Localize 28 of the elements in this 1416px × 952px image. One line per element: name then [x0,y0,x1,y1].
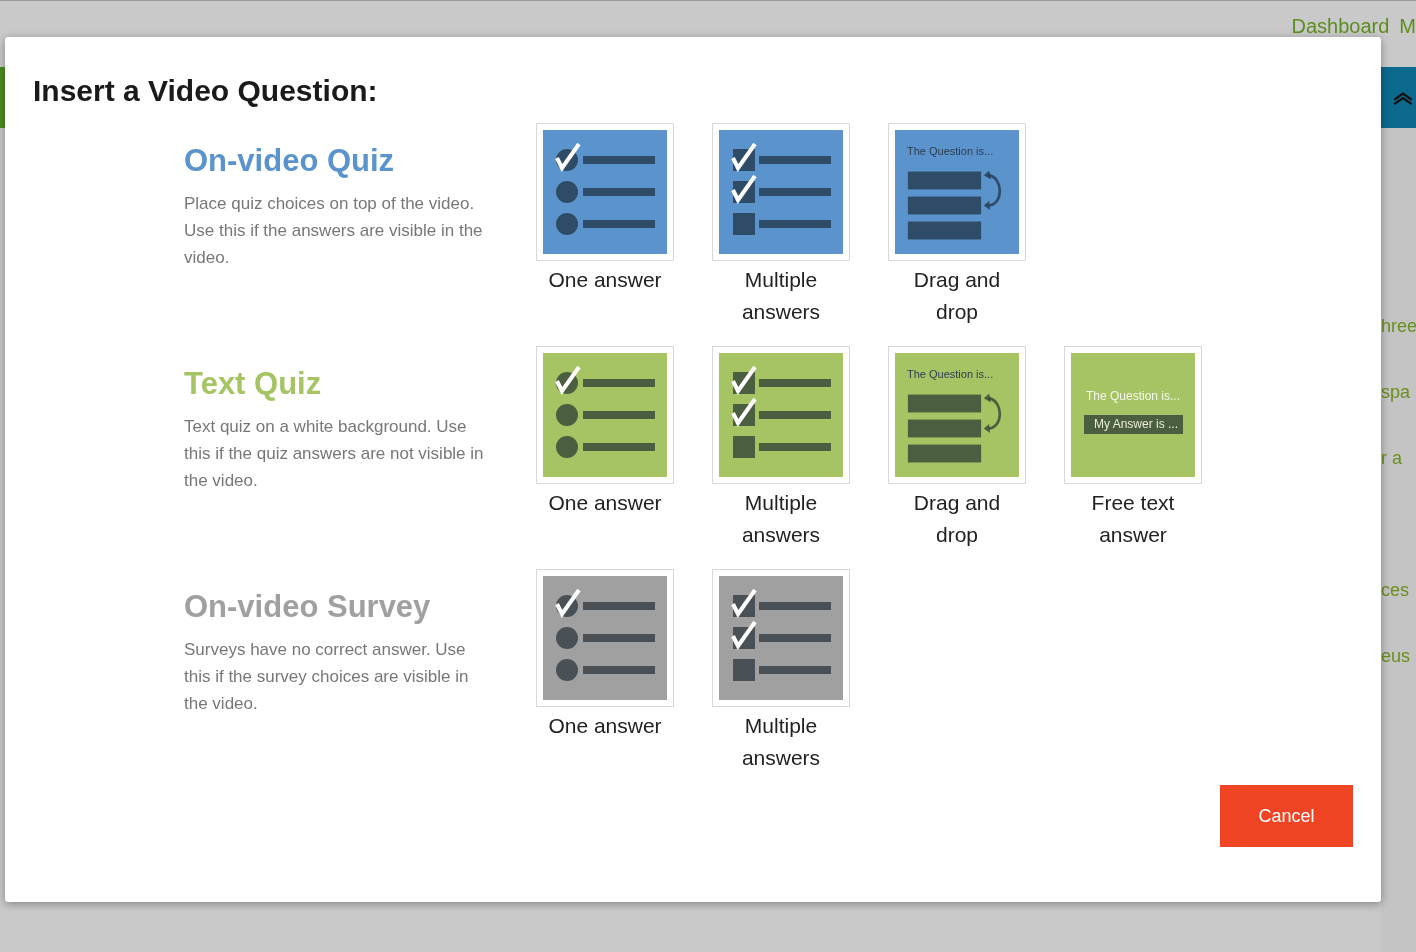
list-item-text: eus [1381,645,1412,667]
section-description: Surveys have no correct answer. Use this if the survey choices are visible in the video. [184,639,470,715]
section-title: Text Quiz [184,366,323,402]
chevron-up-icon [1392,90,1414,105]
list-item-text: hree [1381,315,1416,337]
list-item-text: r a [1381,447,1403,469]
list-item-text: spa [1381,381,1412,403]
question-type-button[interactable]: Multiple answers [712,123,850,328]
section-description: Place quiz choices on top of the video. Use this if the answers are visible in the video. [184,193,484,269]
question-type-button[interactable]: One answer [536,123,674,328]
toolbar-button[interactable] [1381,67,1416,128]
question-caption: The Question is... [1085,389,1180,403]
question-caption: The Question is... [907,367,994,381]
question-type-button[interactable]: One answer [536,569,674,774]
question-type-button[interactable]: The Question is... Drag and drop [888,123,1026,328]
section-title: On-video Quiz [184,143,396,179]
answer-field-drawing: My Answer is ... [1083,415,1183,434]
section-title: On-video Survey [184,589,432,625]
question-type-button[interactable]: Multiple answers [712,569,850,774]
question-type-button[interactable]: One answer [536,346,674,551]
cancel-button[interactable]: Cancel [1220,785,1353,847]
question-type-button[interactable]: The Question is... My Answer is ... Free text answer [1064,346,1202,551]
section-description: Text quiz on a white background. Use this if the quiz answers are not visible in the video. [184,416,485,492]
question-caption: The Question is... [907,144,994,158]
question-type-button[interactable]: Multiple answers [712,346,850,551]
dialog-title: Insert a Video Question: [33,73,379,109]
question-type-button[interactable]: The Question is... Drag and drop [888,346,1026,551]
list-item-text: ces [1381,579,1410,601]
